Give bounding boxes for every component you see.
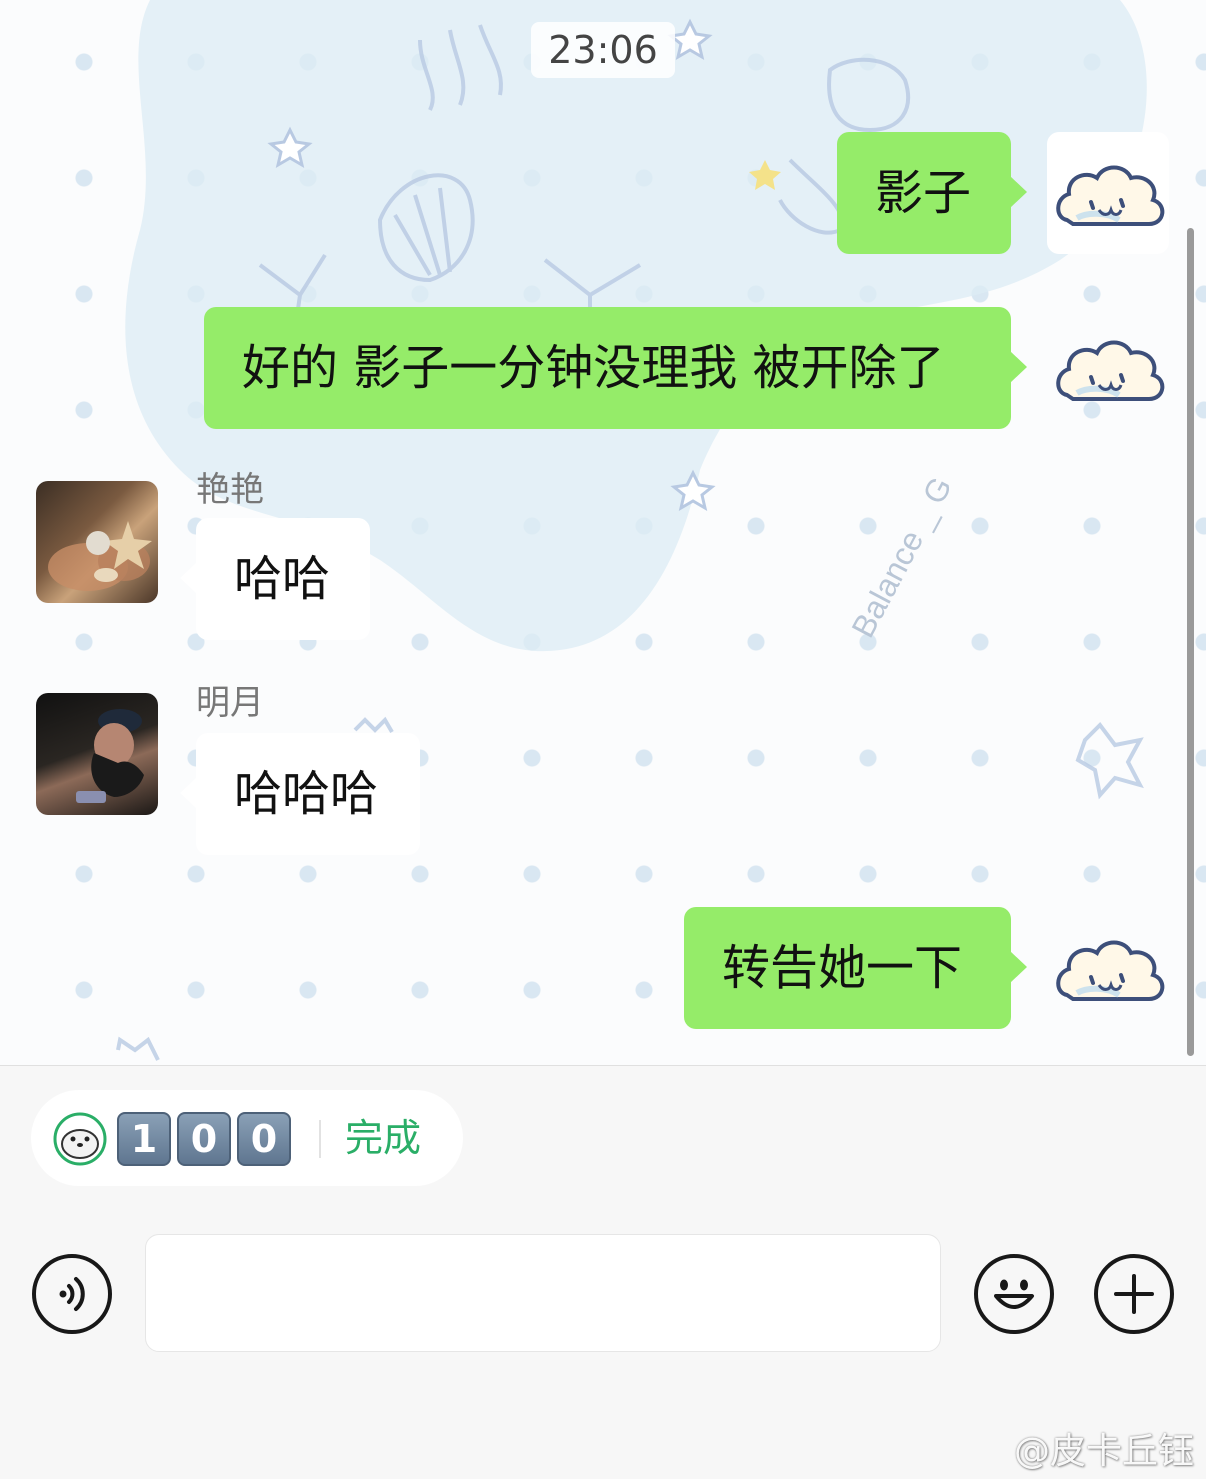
chat-message-area[interactable]: Balance _ G 23:06 影子 好的 影子一分钟没理我 被开除了 艳艳…: [0, 0, 1206, 1065]
wallpaper-illustration: Balance _ G: [116, 0, 1147, 1061]
counter-digit: 1: [117, 1112, 171, 1166]
voice-button[interactable]: [32, 1254, 112, 1334]
more-button[interactable]: [1094, 1254, 1174, 1334]
their-message-bubble[interactable]: 哈哈: [180, 518, 370, 640]
cloud-face-icon: [1056, 940, 1165, 1001]
chat-screen: Balance _ G 23:06 影子 好的 影子一分钟没理我 被开除了 艳艳…: [0, 0, 1206, 1479]
voice-icon: [59, 1277, 85, 1311]
plus-icon: [1114, 1274, 1154, 1314]
message-input[interactable]: [145, 1234, 941, 1352]
person-photo-icon: [76, 709, 144, 803]
quick-reply-pill[interactable]: 1 0 0 完成: [31, 1090, 463, 1186]
their-message-bubble[interactable]: 哈哈哈: [180, 733, 420, 855]
watermark: @皮卡丘钰: [1013, 1431, 1194, 1472]
cloud-face-icon: [1056, 165, 1165, 226]
my-avatar[interactable]: [1047, 907, 1169, 1029]
shells-photo-avatar[interactable]: [36, 481, 158, 603]
chat-scrollbar[interactable]: [1187, 228, 1194, 1056]
seal-icon: [53, 1112, 107, 1166]
my-avatar[interactable]: [1047, 307, 1169, 429]
sender-name: 明月: [196, 683, 264, 723]
pill-divider: [319, 1120, 321, 1158]
my-message-bubble[interactable]: 影子: [837, 132, 1027, 254]
sender-name: 艳艳: [196, 470, 264, 510]
my-message-bubble[interactable]: 好的 影子一分钟没理我 被开除了: [204, 307, 1027, 429]
my-avatar[interactable]: [1047, 132, 1169, 254]
my-message-bubble[interactable]: 转告她一下: [684, 907, 1027, 1029]
cloud-face-icon: [1056, 340, 1165, 401]
message-timestamp: 23:06: [531, 22, 675, 78]
person-photo-avatar[interactable]: [36, 693, 158, 815]
done-button[interactable]: 完成: [345, 1090, 421, 1186]
emoji-icon: [994, 1279, 1034, 1309]
wallpaper-signature: Balance _ G: [844, 471, 958, 643]
counter-digit: 0: [177, 1112, 231, 1166]
shells-photo-icon: [48, 521, 152, 591]
emoji-button[interactable]: [974, 1254, 1054, 1334]
counter-digit: 0: [237, 1112, 291, 1166]
input-panel: 1 0 0 完成 @皮卡丘钰: [0, 1065, 1206, 1479]
